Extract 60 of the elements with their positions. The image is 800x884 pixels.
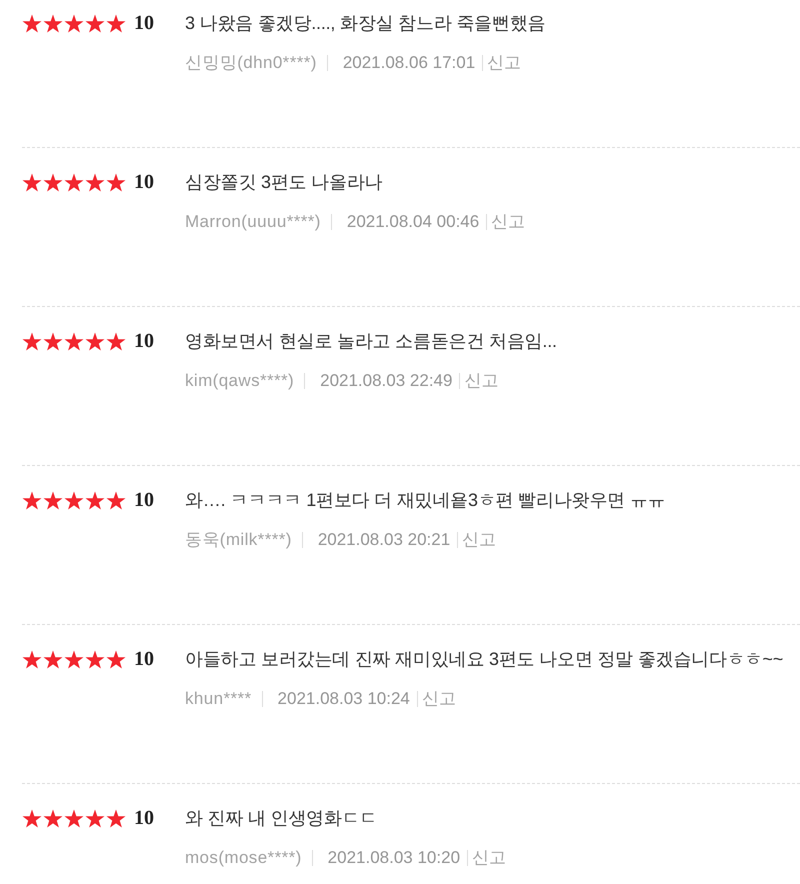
star-icon [85,490,105,510]
star-icon [43,172,63,192]
star-icon [64,808,84,828]
star-icon [106,14,126,32]
rating-score: 10 [134,647,154,671]
report-link[interactable]: 신고 [467,850,506,866]
star-icon [64,14,84,32]
star-icon [22,650,42,668]
star-icon [85,808,105,828]
star-icon [43,490,63,510]
star-icon [85,14,105,32]
star-icon [106,808,126,828]
review-text: 아들하고 보러갔는데 진짜 재미있네요 3편도 나오면 정말 좋겠습니다ㅎㅎ~~ [185,648,784,671]
report-link[interactable]: 신고 [457,532,496,548]
review-author: Marron(uuuu****) [185,212,321,232]
star-icon [43,808,63,828]
review-text: 3 나왔음 좋겠당...., 화장실 참느라 죽을뻔했음 [185,12,546,35]
review-author: 동욱(milk****) [185,530,292,550]
star-icon [22,172,42,192]
star-icon [85,650,105,668]
star-icon [64,172,84,192]
star-icon [64,332,84,350]
star-icon [85,332,105,350]
review-date: 2021.08.06 17:01 [326,55,476,71]
star-icon [22,14,42,32]
rating-score: 10 [134,329,154,353]
star-icon [106,650,126,668]
report-link[interactable]: 신고 [459,373,498,389]
rating-score: 10 [134,806,154,830]
review-author: kim(qaws****) [185,371,294,391]
star-icon [43,332,63,350]
review-author: mos(mose****) [185,848,302,868]
review-text: 심장쫄깃 3편도 나올라나 [185,171,384,194]
report-link[interactable]: 신고 [482,55,522,71]
review-text: 와…. ㅋㅋㅋㅋ 1편보다 더 재밌네욭3ㅎ편 빨리나왓우면 ㅠㅠ [185,489,666,512]
review-date: 2021.08.03 20:21 [302,532,450,548]
star-icon [106,332,126,350]
rating-score: 10 [134,170,154,194]
rating-score: 10 [134,488,154,512]
star-icon [106,490,126,510]
star-icon [22,490,42,510]
star-icon [43,14,63,32]
report-link[interactable]: 신고 [416,691,456,707]
review-author: 신밍밍(dhn0****) [185,53,317,73]
star-icon [106,172,126,192]
review-text: 영화보면서 현실로 놀라고 소름돋은건 처음임... [185,330,558,353]
rating-score: 10 [134,11,154,35]
review-date: 2021.08.03 22:49 [304,373,452,389]
star-icon [64,490,84,510]
review-date: 2021.08.04 00:46 [330,214,480,230]
star-icon [22,808,42,828]
star-icon [22,332,42,350]
review-text: 와 진짜 내 인생영화ㄷㄷ [185,807,378,830]
star-icon [43,650,63,668]
report-link[interactable]: 신고 [486,214,526,230]
review-date: 2021.08.03 10:20 [312,850,460,866]
review-author: khun**** [185,689,252,709]
star-icon [85,172,105,192]
review-date: 2021.08.03 10:24 [262,691,410,707]
star-icon [64,650,84,668]
